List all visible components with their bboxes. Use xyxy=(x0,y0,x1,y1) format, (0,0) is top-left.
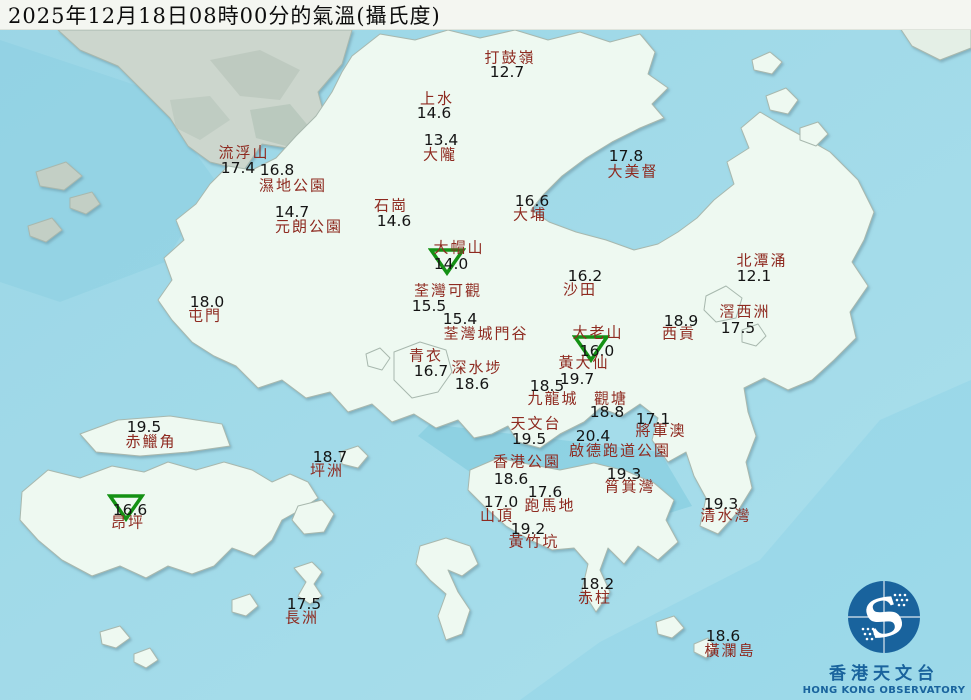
station-value: 14.7 xyxy=(274,203,310,221)
station-name: 大老山 xyxy=(572,323,624,342)
station-value: 17.5 xyxy=(286,595,322,613)
station-value: 18.9 xyxy=(663,312,699,330)
station-value: 17.0 xyxy=(483,493,519,511)
station-value: 17.5 xyxy=(720,319,756,337)
logo-name-chinese: 香港天文台 xyxy=(829,664,939,685)
temperature-map-screen: 2025年12月18日08時00分的氣溫(攝氏度) 打鼓嶺 12.7 上水 14.6 大… xyxy=(0,0,971,700)
station-value: 14.0 xyxy=(433,255,469,273)
station-value: 17.1 xyxy=(635,410,671,428)
station-value: 18.5 xyxy=(529,377,565,395)
station-value: 16.8 xyxy=(259,161,295,179)
observatory-logo: S 香港天文台 HONG KONG OBSERVATORY xyxy=(799,579,969,697)
station-value: 19.5 xyxy=(511,430,547,448)
observatory-logo-icon: S xyxy=(848,581,920,654)
station-value: 14.6 xyxy=(376,212,412,230)
station-value: 20.4 xyxy=(575,427,611,445)
station-value: 19.7 xyxy=(559,370,595,388)
station-value: 12.7 xyxy=(489,63,525,81)
station-value: 19.5 xyxy=(126,418,162,436)
station-value: 17.6 xyxy=(527,483,563,501)
title-bar: 2025年12月18日08時00分的氣溫(攝氏度) xyxy=(0,0,971,30)
station-value: 16.2 xyxy=(567,267,603,285)
station-value: 18.7 xyxy=(312,448,348,466)
station-value: 19.3 xyxy=(606,465,642,483)
station-value: 18.6 xyxy=(705,627,741,645)
station-value: 13.4 xyxy=(423,131,459,149)
station-value: 15.4 xyxy=(442,310,478,328)
station-value: 17.4 xyxy=(220,159,256,177)
station-value: 18.6 xyxy=(493,470,529,488)
station-value: 15.5 xyxy=(411,297,447,315)
station-value: 19.2 xyxy=(510,520,546,538)
station-value: 16.7 xyxy=(413,362,449,380)
station-value: 16.6 xyxy=(112,501,148,519)
page-title: 2025年12月18日08時00分的氣溫(攝氏度) xyxy=(8,3,441,28)
station-value: 17.8 xyxy=(608,147,644,165)
station-value: 18.6 xyxy=(454,375,490,393)
station-value: 12.1 xyxy=(736,267,772,285)
station-value: 18.2 xyxy=(579,575,615,593)
logo-name-english: HONG KONG OBSERVATORY xyxy=(802,685,966,696)
station-value: 19.3 xyxy=(703,495,739,513)
station-value: 18.0 xyxy=(189,293,225,311)
station-value: 16.6 xyxy=(514,192,550,210)
station-value: 18.8 xyxy=(589,403,625,421)
station-value: 14.6 xyxy=(416,104,452,122)
station-name: 香港公園 xyxy=(492,452,562,471)
